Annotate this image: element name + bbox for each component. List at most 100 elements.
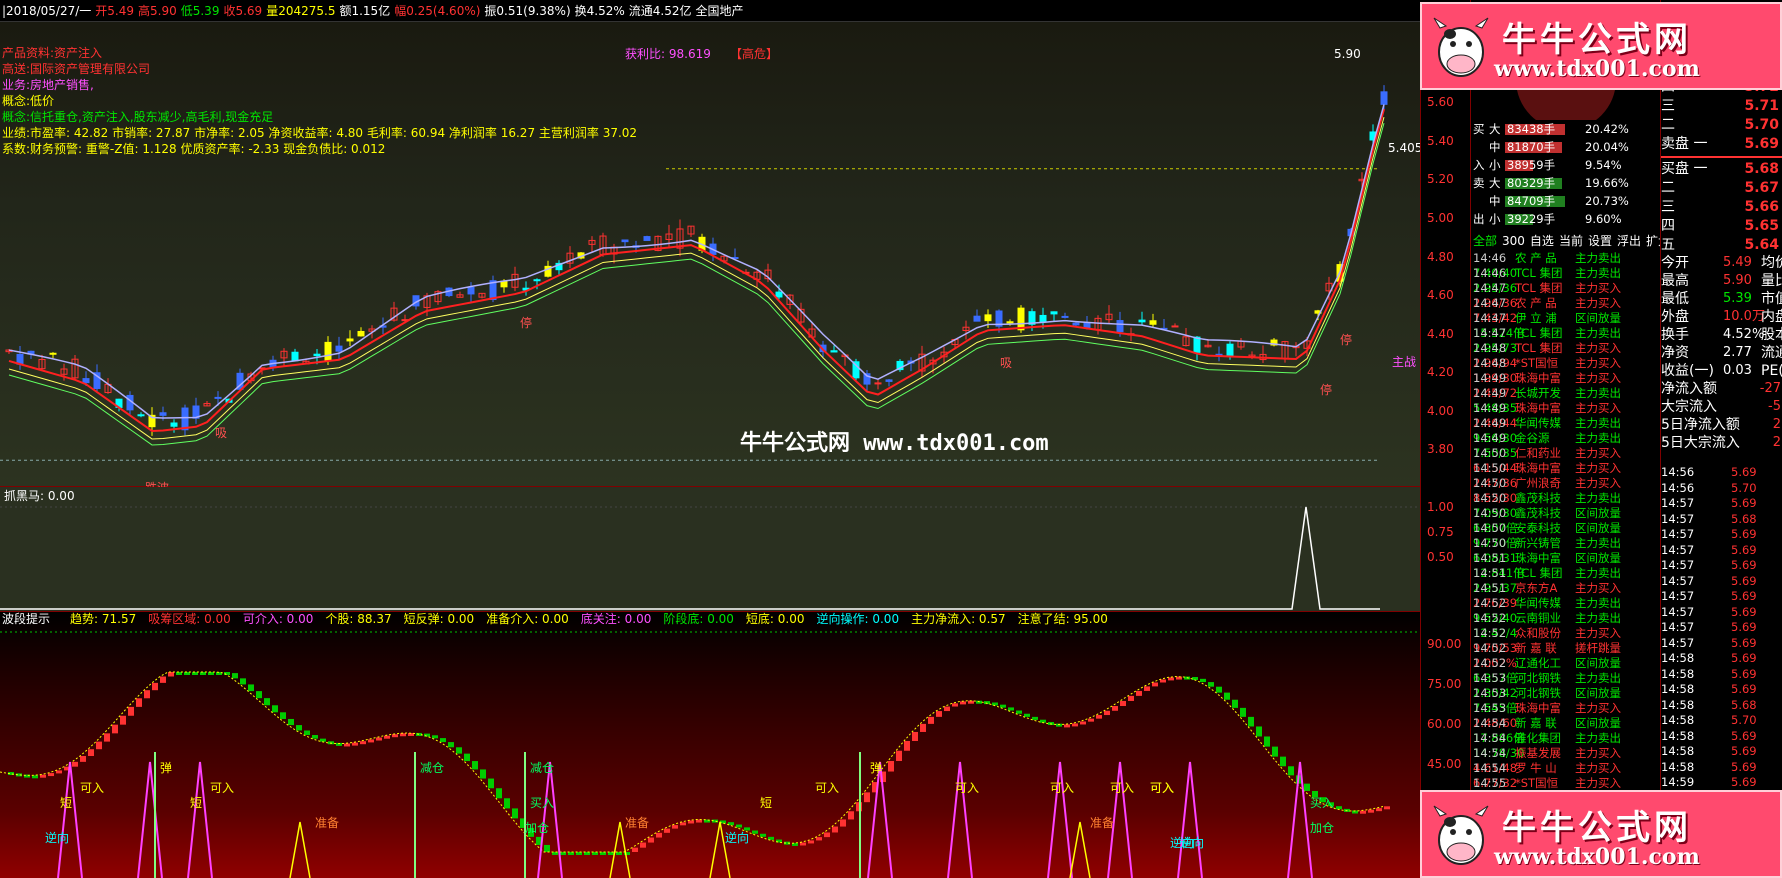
- axis-tick-main: 4.60: [1427, 288, 1454, 302]
- ticker-action: 主力卖出: [1575, 416, 1621, 430]
- ticker-name: 广州浪奇: [1515, 476, 1561, 490]
- ticker-action: 主力卖出: [1575, 386, 1621, 400]
- tick-row: 14:57 5.69: [1661, 527, 1782, 543]
- ticker-action: 主力买入: [1575, 371, 1621, 385]
- wave-bar: [1080, 721, 1086, 725]
- candle-body: [82, 378, 90, 384]
- stat-value: 10.0万: [1723, 309, 1765, 324]
- logo-url: www.tdx001.com: [1494, 56, 1700, 82]
- wave-bar: [992, 702, 998, 706]
- wave-bar: [144, 690, 150, 699]
- tick-time: 14:57: [1661, 527, 1695, 541]
- wave-bar: [152, 682, 158, 691]
- wave-bar: [648, 837, 654, 843]
- wave-bar: [288, 718, 294, 726]
- wave-bar: [56, 770, 62, 774]
- ask-level: 卖盘 一 5.69: [1661, 135, 1782, 154]
- wave-hint-indicator[interactable]: 波段提示 趋势: 71.57 吸筹区域: 0.00 可介入: 0.00 个股: 88.3…: [0, 612, 1420, 878]
- wave-signal-label: 准备: [315, 816, 339, 830]
- candle-body: [1116, 320, 1124, 333]
- ask-label: 三: [1661, 98, 1675, 114]
- top-bar-item: 高5.90: [138, 4, 177, 18]
- flow-row: 出小 39229手 9.60%: [1473, 210, 1659, 228]
- flow-tab[interactable]: 全部: [1473, 234, 1497, 248]
- flow-tab[interactable]: 自选: [1530, 234, 1554, 248]
- tick-time: 14:56: [1661, 465, 1695, 479]
- ask-label: 二: [1661, 117, 1675, 133]
- candle-body: [885, 379, 893, 382]
- ticker-name: TCL 集团: [1515, 266, 1563, 280]
- tick-price: 5.69: [1731, 573, 1757, 588]
- tick-time: 14:57: [1661, 620, 1695, 634]
- axis-tick-sub1: 0.50: [1427, 550, 1454, 564]
- tick-time: 14:57: [1661, 573, 1695, 588]
- wave-signal-label: 减仓: [530, 761, 554, 775]
- wave-bar: [1120, 700, 1126, 707]
- flow-tab[interactable]: 浮出: [1617, 234, 1641, 248]
- top-bar-item: 量204275.5: [266, 4, 336, 18]
- flow-pct: 20.73%: [1585, 194, 1629, 208]
- cow-mascot-icon: [1433, 805, 1489, 865]
- wave-bar: [1152, 682, 1158, 687]
- ticker-name: *ST国恒: [1515, 776, 1559, 790]
- wave-bar: [248, 684, 254, 692]
- quote-stat: 收益(一) 0.03 PE(动): [1661, 362, 1782, 380]
- flow-size: 小: [1489, 158, 1501, 172]
- tick-time: 14:58: [1661, 728, 1695, 743]
- flow-tab[interactable]: 设置: [1588, 234, 1612, 248]
- ticker-action: 区间放量: [1575, 656, 1621, 670]
- ticker-name: 安泰科技: [1515, 521, 1561, 535]
- black-horse-indicator[interactable]: 抓黑马: 0.00: [0, 487, 1420, 612]
- axis-tick-sub1: 0.75: [1427, 525, 1454, 539]
- ticker-action: 主力卖出: [1575, 671, 1621, 685]
- chart-annotation: 停: [1320, 382, 1332, 397]
- logo-title: 牛牛公式网: [1502, 20, 1692, 60]
- pink-spike: [137, 761, 163, 878]
- ticker-time: 14:50: [1473, 476, 1507, 490]
- flow-size: 中: [1489, 194, 1501, 208]
- stat-key: 今开: [1661, 255, 1689, 271]
- flow-tab[interactable]: 当前: [1559, 234, 1583, 248]
- tick-price: 5.69: [1731, 620, 1757, 634]
- axis-tick-sub2: 75.00: [1427, 677, 1462, 691]
- wave-bar: [1144, 686, 1150, 691]
- wave-bar: [352, 742, 358, 746]
- wave-bar: [456, 747, 462, 754]
- tick-price: 5.69: [1731, 728, 1757, 743]
- flow-tabs[interactable]: 全部 300 自选 当前 设置 浮出 扩大: [1473, 234, 1675, 248]
- ticker-time: 14:47: [1473, 311, 1507, 325]
- stat-key: 换手: [1661, 327, 1689, 343]
- wave-bar: [896, 750, 902, 762]
- ticker-time: 14:52: [1473, 611, 1507, 625]
- candle-body: [775, 291, 783, 298]
- wave-bar: [632, 847, 638, 852]
- candle-body: [181, 407, 189, 431]
- bid-level: 二 5.67: [1661, 179, 1782, 198]
- ticker-action: 主力卖出: [1575, 431, 1621, 445]
- wave-bar: [1136, 690, 1142, 696]
- candle-body: [1006, 321, 1014, 324]
- wave-bar: [848, 811, 854, 820]
- wave-bar: [96, 741, 102, 750]
- tick-row: 14:57 5.69: [1661, 496, 1782, 512]
- wave-bar: [312, 735, 318, 739]
- flow-tab[interactable]: 300: [1502, 234, 1525, 248]
- stat-key2: 均价: [1761, 255, 1782, 271]
- flow-stat: 净流入额 -27: [1661, 380, 1782, 398]
- candle-body: [1193, 336, 1201, 353]
- ticker-name: TCL 集团: [1515, 326, 1563, 340]
- tick-time: 14:58: [1661, 713, 1695, 727]
- wave-bar: [424, 733, 430, 737]
- ticker-time: 14:47: [1473, 281, 1507, 295]
- tick-row: 14:58 5.69: [1661, 651, 1782, 667]
- wave-bar: [928, 716, 934, 724]
- tick-price: 5.69: [1731, 542, 1757, 557]
- axis-tick-sub1: 1.00: [1427, 500, 1454, 514]
- main-price-chart[interactable]: 产品资料:资产注入 高送:国际资产管理有限公司 业务:房地产销售, 概念:低价 概念:信…: [0, 22, 1422, 487]
- candle-body: [1226, 343, 1234, 357]
- wave-bar: [1336, 806, 1342, 810]
- ticker-time: 14:51: [1473, 566, 1507, 580]
- bid-price: 5.68: [1744, 161, 1779, 177]
- ticker-action: 主力买入: [1575, 281, 1621, 295]
- tick-time: 14:56: [1661, 480, 1695, 495]
